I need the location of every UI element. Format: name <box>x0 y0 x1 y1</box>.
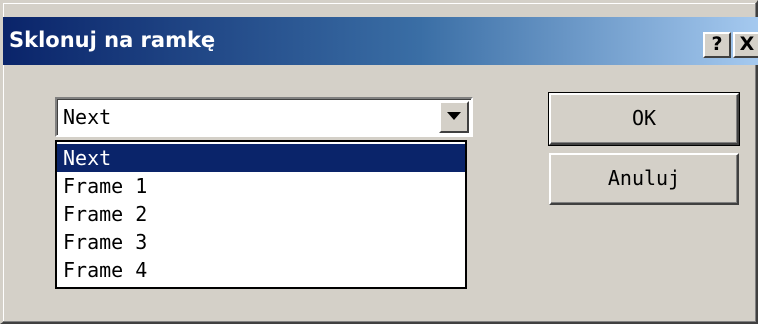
frame-select-combobox[interactable]: Next <box>55 97 473 137</box>
dialog-window: Sklonuj na ramkę ? X Next Next Frame 1 F… <box>0 0 758 324</box>
chevron-down-icon <box>447 112 461 120</box>
dropdown-option-next[interactable]: Next <box>57 144 465 172</box>
cancel-button[interactable]: Anuluj <box>549 153 739 205</box>
dropdown-arrow-button[interactable] <box>439 101 469 133</box>
dropdown-option-frame-4[interactable]: Frame 4 <box>57 256 465 284</box>
dropdown-option-frame-1[interactable]: Frame 1 <box>57 172 465 200</box>
close-button[interactable]: X <box>733 32 758 58</box>
dropdown-option-frame-2[interactable]: Frame 2 <box>57 200 465 228</box>
help-button[interactable]: ? <box>703 32 731 58</box>
dropdown-option-frame-3[interactable]: Frame 3 <box>57 228 465 256</box>
dropdown-list: Next Frame 1 Frame 2 Frame 3 Frame 4 <box>55 140 467 289</box>
title-bar[interactable]: Sklonuj na ramkę ? X <box>3 17 758 65</box>
combobox-value: Next <box>63 105 112 129</box>
dialog-title: Sklonuj na ramkę <box>9 28 216 52</box>
ok-button[interactable]: OK <box>548 92 740 146</box>
